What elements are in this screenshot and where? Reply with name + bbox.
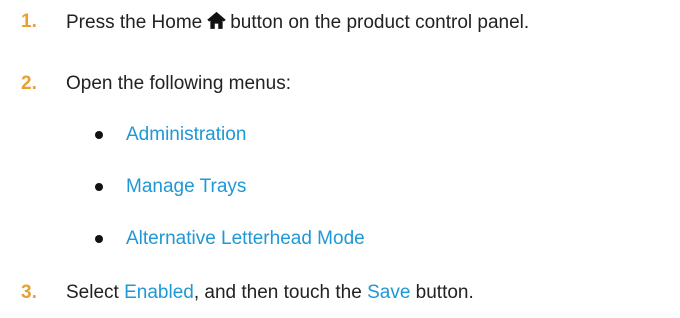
bullet-dot <box>95 131 103 139</box>
bullet-dot <box>95 183 103 191</box>
menu-link[interactable]: Administration <box>126 123 246 147</box>
step-number: 3. <box>21 282 37 303</box>
step-text-button: button. <box>415 282 474 303</box>
step-text: Select Enabled, and then touch the Save … <box>66 281 474 305</box>
step-text-before-icon: Press the Home <box>66 12 203 33</box>
save-link[interactable]: Save <box>367 282 410 303</box>
menu-link[interactable]: Alternative Letterhead Mode <box>126 227 365 251</box>
instruction-list: 1. Press the Home button on the product c… <box>0 0 680 318</box>
step-text-select: Select <box>66 282 119 303</box>
step-text-after-icon: button on the product control panel. <box>230 12 530 33</box>
step-text: Press the Home button on the product cont… <box>66 10 529 35</box>
step-number: 2. <box>21 73 37 94</box>
menu-link[interactable]: Manage Trays <box>126 175 246 199</box>
step-text-then-touch: , and then touch the <box>193 282 362 303</box>
bullet-dot <box>95 235 103 243</box>
step-text: Open the following menus: <box>66 73 291 94</box>
home-icon <box>207 11 226 29</box>
step-number: 1. <box>21 11 37 32</box>
enabled-link[interactable]: Enabled <box>124 282 194 303</box>
